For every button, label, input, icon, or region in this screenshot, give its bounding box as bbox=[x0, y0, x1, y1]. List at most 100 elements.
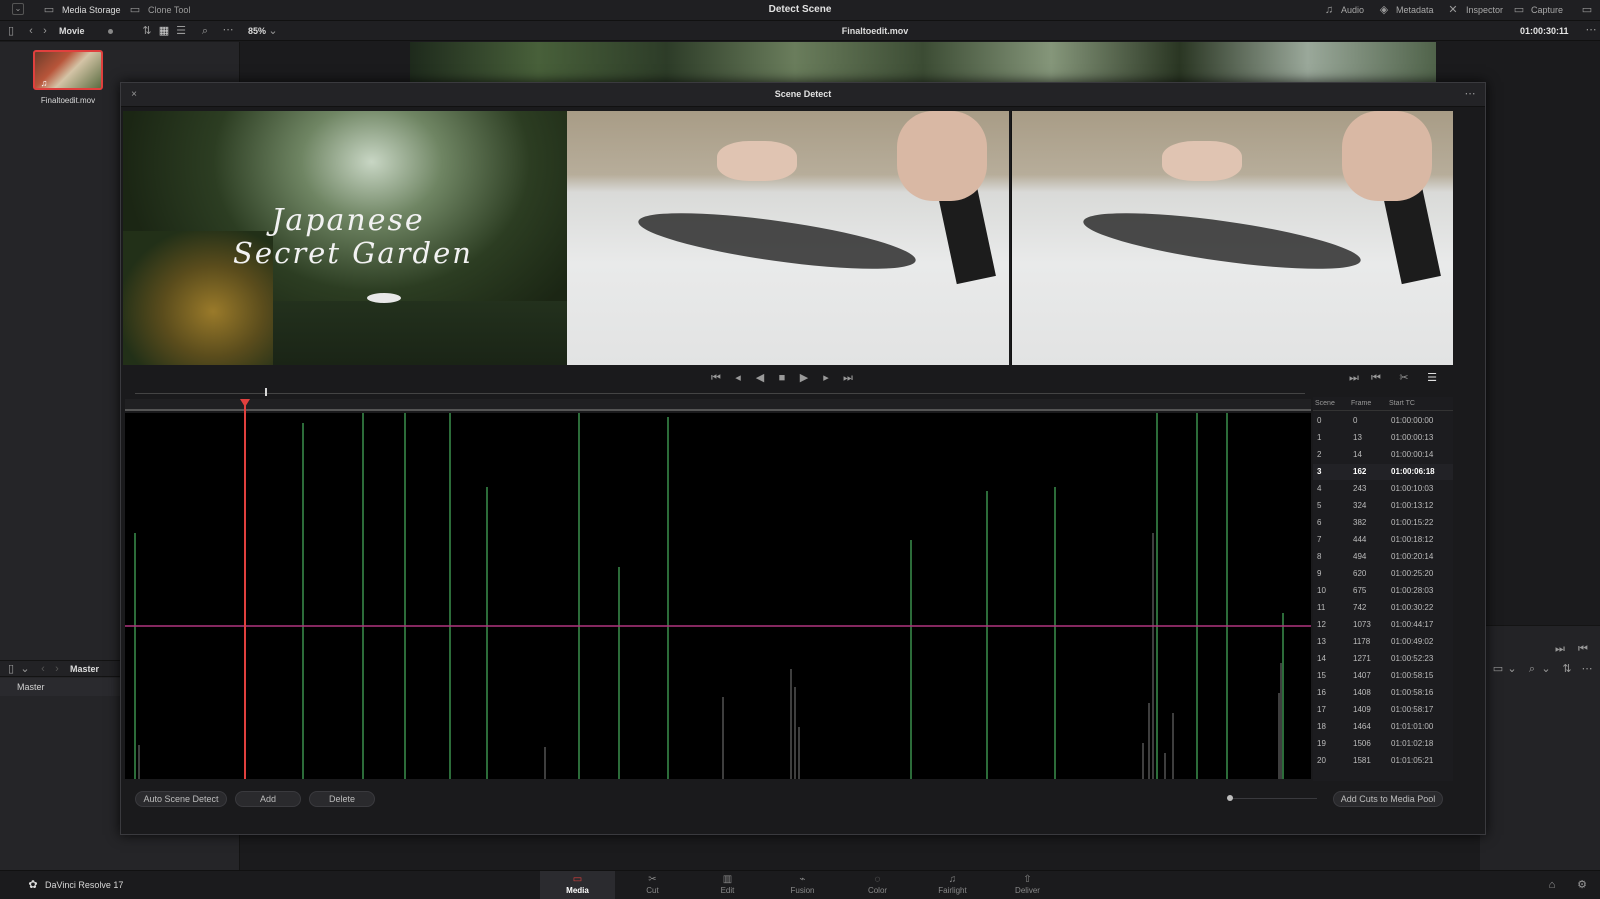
mark-in-icon[interactable]: ⏭ bbox=[1347, 371, 1361, 385]
panel-toggle-icon[interactable]: ⌄ bbox=[12, 3, 24, 15]
prev-frame-icon[interactable]: ◂ bbox=[731, 371, 745, 385]
scene-frame-cell: 0 bbox=[1353, 416, 1358, 425]
scene-row[interactable]: 8 494 01:00:20:14 bbox=[1313, 549, 1453, 565]
dialog-title-bar: × Scene Detect ⋯ bbox=[121, 83, 1485, 107]
page-tab-media[interactable]: ▭ Media bbox=[540, 871, 615, 899]
fusion-page-icon: ⌁ bbox=[799, 874, 806, 885]
dialog-options-icon[interactable]: ⋯ bbox=[1463, 87, 1477, 101]
back-icon[interactable]: ‹ bbox=[24, 24, 38, 38]
scene-scene-cell: 8 bbox=[1317, 552, 1322, 561]
scene-row[interactable]: 20 1581 01:01:05:21 bbox=[1313, 753, 1453, 769]
hand-shape bbox=[897, 111, 987, 201]
scene-row[interactable]: 14 1271 01:00:52:23 bbox=[1313, 651, 1453, 667]
play-icon[interactable]: ▶ bbox=[797, 371, 811, 385]
list-view-icon[interactable]: ☰ bbox=[174, 24, 188, 38]
settings-icon[interactable]: ⚙ bbox=[1575, 878, 1589, 892]
color-page-icon: ◌ bbox=[874, 874, 881, 885]
search-icon[interactable]: ⌕ bbox=[198, 24, 212, 38]
sensitivity-slider[interactable] bbox=[1227, 798, 1317, 799]
prev-edit-icon[interactable]: ⏮ bbox=[1576, 642, 1590, 656]
layout-icon[interactable]: ▭ bbox=[1491, 662, 1505, 676]
page-tab-cut[interactable]: ✂ Cut bbox=[615, 871, 690, 899]
home-icon[interactable]: ⌂ bbox=[1545, 878, 1559, 892]
clip-thumbnail[interactable]: ♫ bbox=[33, 50, 103, 90]
scene-row[interactable]: 6 382 01:00:15:22 bbox=[1313, 515, 1453, 531]
detection-graph[interactable] bbox=[125, 413, 1311, 779]
scene-row[interactable]: 16 1408 01:00:58:16 bbox=[1313, 685, 1453, 701]
scene-frame-cell: 1271 bbox=[1353, 654, 1371, 663]
forward-icon[interactable]: › bbox=[38, 24, 52, 38]
layout-dropdown-icon[interactable]: ⌄ bbox=[1505, 662, 1519, 676]
mark-out-icon[interactable]: ⏮ bbox=[1369, 371, 1383, 385]
scrubber-track[interactable] bbox=[135, 393, 1305, 394]
timeline-ruler[interactable] bbox=[125, 399, 1311, 411]
scene-row[interactable]: 19 1506 01:01:02:18 bbox=[1313, 736, 1453, 752]
cut-icon[interactable]: ✂ bbox=[1397, 371, 1411, 385]
scene-row[interactable]: 12 1073 01:00:44:17 bbox=[1313, 617, 1453, 633]
more-options-icon[interactable]: ⋯ bbox=[221, 23, 235, 37]
sort-small-icon[interactable]: ⇅ bbox=[1560, 662, 1574, 676]
scene-scene-cell: 6 bbox=[1317, 518, 1322, 527]
scrubber-handle[interactable] bbox=[265, 388, 267, 396]
page-tab-fusion[interactable]: ⌁ Fusion bbox=[765, 871, 840, 899]
grid-view-icon[interactable]: ▦ bbox=[157, 24, 171, 38]
clone-tool-icon: ▭ bbox=[129, 4, 141, 16]
page-tab-deliver[interactable]: ⇧ Deliver bbox=[990, 871, 1065, 899]
stop-icon[interactable]: ■ bbox=[775, 371, 789, 385]
sidebar-toggle-icon[interactable]: ▯ bbox=[4, 24, 18, 38]
auto-scene-detect-button[interactable]: Auto Scene Detect bbox=[135, 791, 227, 807]
scene-row[interactable]: 3 162 01:00:06:18 bbox=[1313, 464, 1453, 480]
capture-tab[interactable]: Capture bbox=[1531, 5, 1563, 15]
metadata-tab[interactable]: Metadata bbox=[1396, 5, 1434, 15]
list-icon[interactable]: ☰ bbox=[1425, 371, 1439, 385]
scene-scene-cell: 13 bbox=[1317, 637, 1326, 646]
scene-row[interactable]: 10 675 01:00:28:03 bbox=[1313, 583, 1453, 599]
scene-scene-cell: 15 bbox=[1317, 671, 1326, 680]
close-icon[interactable]: × bbox=[127, 88, 141, 102]
jump-end-icon[interactable]: ⏭ bbox=[841, 371, 855, 385]
bin-back-icon[interactable]: ‹ bbox=[36, 662, 50, 676]
scene-row[interactable]: 7 444 01:00:18:12 bbox=[1313, 532, 1453, 548]
notification-icon[interactable]: ▭ bbox=[1580, 3, 1594, 17]
jump-start-icon[interactable]: ⏮ bbox=[709, 371, 723, 385]
delete-button[interactable]: Delete bbox=[309, 791, 375, 807]
right-more-icon[interactable]: ⋯ bbox=[1580, 662, 1594, 676]
playhead-marker[interactable] bbox=[240, 399, 250, 407]
scene-row[interactable]: 0 0 01:00:00:00 bbox=[1313, 413, 1453, 429]
scene-row[interactable]: 17 1409 01:00:58:17 bbox=[1313, 702, 1453, 718]
next-edit-icon[interactable]: ⏭ bbox=[1553, 642, 1567, 656]
scene-row[interactable]: 5 324 01:00:13:12 bbox=[1313, 498, 1453, 514]
clone-tool-tab[interactable]: Clone Tool bbox=[148, 5, 190, 15]
page-tab-color[interactable]: ◌ Color bbox=[840, 871, 915, 899]
page-tab-fairlight[interactable]: ♫ Fairlight bbox=[915, 871, 990, 899]
master-bin-item[interactable]: Master bbox=[0, 678, 120, 696]
viewer-options-icon[interactable]: ⋯ bbox=[1584, 23, 1598, 37]
next-frame-icon[interactable]: ▸ bbox=[819, 371, 833, 385]
play-reverse-icon[interactable]: ◀ bbox=[753, 371, 767, 385]
scene-row[interactable]: 11 742 01:00:30:22 bbox=[1313, 600, 1453, 616]
zoom-level[interactable]: 85% bbox=[248, 26, 266, 36]
sort-icon[interactable]: ⇅ bbox=[140, 24, 154, 38]
scene-row[interactable]: 1 13 01:00:00:13 bbox=[1313, 430, 1453, 446]
audio-tab[interactable]: Audio bbox=[1341, 5, 1364, 15]
sensitivity-slider-knob[interactable] bbox=[1227, 795, 1233, 801]
add-button[interactable]: Add bbox=[235, 791, 301, 807]
scene-row[interactable]: 2 14 01:00:00:14 bbox=[1313, 447, 1453, 463]
zoom-search-icon[interactable]: ⌕ bbox=[1525, 662, 1539, 676]
add-cuts-to-media-pool-button[interactable]: Add Cuts to Media Pool bbox=[1333, 791, 1443, 807]
media-storage-tab[interactable]: Media Storage bbox=[62, 5, 121, 15]
scene-row[interactable]: 13 1178 01:00:49:02 bbox=[1313, 634, 1453, 650]
bin-forward-icon[interactable]: › bbox=[50, 662, 64, 676]
right-panel: ⏭ ⏮ ▭ ⌄ ⌕ ⌄ ⇅ ⋯ bbox=[1480, 625, 1600, 870]
scene-row[interactable]: 15 1407 01:00:58:15 bbox=[1313, 668, 1453, 684]
scene-row[interactable]: 4 243 01:00:10:03 bbox=[1313, 481, 1453, 497]
playhead-line[interactable] bbox=[244, 403, 246, 779]
inspector-tab[interactable]: Inspector bbox=[1466, 5, 1503, 15]
scene-row[interactable]: 18 1464 01:01:01:00 bbox=[1313, 719, 1453, 735]
bin-list-toggle-icon[interactable]: ▯ bbox=[4, 662, 18, 676]
scene-row[interactable]: 9 620 01:00:25:20 bbox=[1313, 566, 1453, 582]
bin-dropdown-icon[interactable]: ⌄ bbox=[18, 662, 32, 676]
zoom-dropdown-icon[interactable]: ⌄ bbox=[266, 24, 280, 38]
page-tab-edit[interactable]: ▥ Edit bbox=[690, 871, 765, 899]
zoom-dropdown-small-icon[interactable]: ⌄ bbox=[1539, 662, 1553, 676]
